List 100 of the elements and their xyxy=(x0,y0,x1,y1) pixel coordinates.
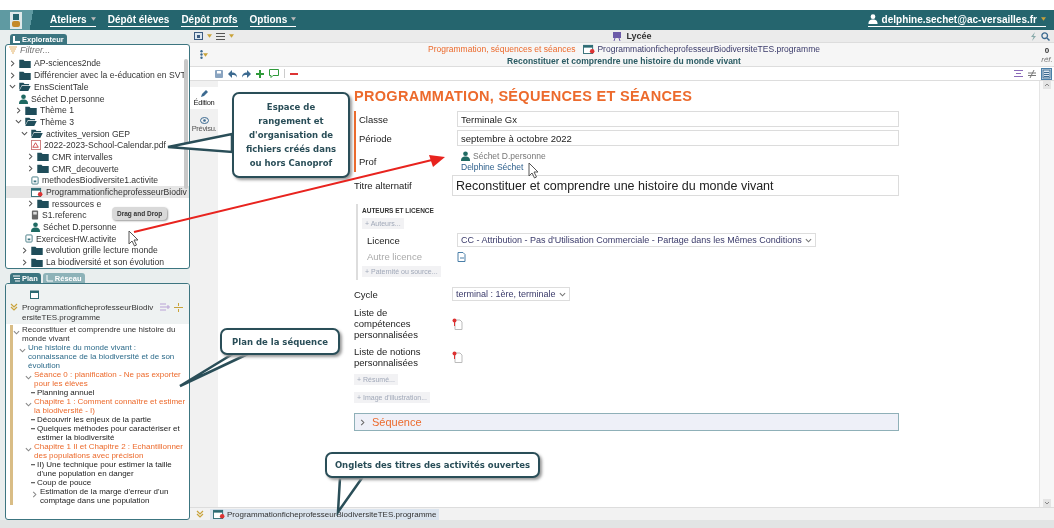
not-equal-icon xyxy=(1028,69,1036,78)
person-name: Séchet D.personne xyxy=(461,151,546,161)
tree-item[interactable]: evolution grille lecture monde xyxy=(6,244,161,257)
user-icon xyxy=(867,14,878,24)
tree-item[interactable]: S1.referenc xyxy=(6,209,90,222)
folder-icon xyxy=(19,58,31,68)
reference-label: réf. xyxy=(1041,54,1053,64)
calendar-icon xyxy=(30,290,39,299)
plan-item[interactable]: Découvrir les enjeux de la partie xyxy=(37,415,152,424)
board-icon xyxy=(612,31,623,41)
tree-item[interactable]: Séchet D.personne xyxy=(6,221,120,233)
save-icon xyxy=(215,69,223,78)
pinned-file-icon xyxy=(452,317,463,330)
licence-dropdown[interactable]: CC - Attribution - Pas d'Utilisation Commerciale - Partage dans les Mêmes Conditions xyxy=(457,233,816,247)
field-label: Liste de compétences personnalisées xyxy=(354,307,419,340)
field-label: Autre licence xyxy=(366,251,423,262)
comment-icon xyxy=(269,69,279,78)
file-icon xyxy=(457,251,466,262)
folder-icon xyxy=(31,245,43,255)
tree-item[interactable]: CMR_decouverte xyxy=(6,162,122,175)
field-label: Titre alternatif xyxy=(354,180,413,191)
cycle-dropdown[interactable]: terminal : 1ère, terminale xyxy=(452,287,570,301)
menu-item[interactable]: Ateliers xyxy=(50,13,96,27)
pdf-file-icon xyxy=(31,140,41,151)
list-view-icon xyxy=(1042,68,1051,79)
open-folder-icon xyxy=(25,117,37,127)
person-icon xyxy=(31,222,40,233)
kebab-icon xyxy=(200,50,203,59)
tree-item[interactable]: methodesBiodiversite1.activite xyxy=(6,174,162,187)
callout: Plan de la séquence xyxy=(220,328,340,355)
tree-item[interactable]: ressources e xyxy=(6,197,105,210)
text-field[interactable]: Reconstituer et comprendre une histoire du monde vivant xyxy=(452,175,899,196)
window-icon xyxy=(194,32,203,40)
field-label: Liste de notions personnalisées xyxy=(354,346,422,368)
person-icon xyxy=(19,93,28,104)
document-title: Reconstituer et comprendre une histoire du monde vivant xyxy=(507,55,741,66)
document-icon xyxy=(25,234,33,244)
tree-item[interactable]: ExercicesHW.activite xyxy=(6,232,120,245)
file-name: ProgrammationficheprofesseurBiodiversiteTES.programme xyxy=(583,43,820,54)
plan-item[interactable]: II) Une technique pour estimer la taille d'une population en danger xyxy=(37,460,187,478)
text-field[interactable]: septembre à octobre 2022 xyxy=(457,130,899,146)
double-chevron-icon xyxy=(10,303,18,311)
add-item-icon xyxy=(160,303,170,312)
tree-item[interactable]: Différencier avec la e-éducation en SVT xyxy=(6,69,189,81)
tree-item[interactable]: activites_version GEP xyxy=(6,127,134,140)
menu-item[interactable]: Dépôt profs xyxy=(181,13,238,27)
redo-icon xyxy=(242,69,251,78)
open-folder-icon xyxy=(19,82,31,92)
folder-icon xyxy=(25,105,37,115)
person-link[interactable]: Delphine Séchet xyxy=(461,162,546,172)
tree-item[interactable]: La biodiversité et son évolution xyxy=(6,256,167,268)
plan-item[interactable]: Planning annuel xyxy=(37,388,95,397)
plan-item[interactable]: Une histoire du monde vivant : connaissance de la biodiversité et de son évolution xyxy=(28,343,187,370)
tree-item[interactable]: AP-sciences2nde xyxy=(6,57,104,70)
caret-icon xyxy=(229,34,234,38)
tree-item[interactable]: ProgrammationficheprofesseurBiodiv xyxy=(6,186,189,198)
caret-icon xyxy=(207,34,212,38)
file-name: ProgrammationficheprofesseurBiodiversiteTES.programme xyxy=(22,303,155,323)
tree-item[interactable]: CMR intervalles xyxy=(6,151,116,163)
collapse-all-icon xyxy=(174,303,183,312)
caret-icon xyxy=(203,52,208,57)
plus-icon xyxy=(256,69,264,78)
page-heading: PROGRAMMATION, SÉQUENCES ET SÉANCES xyxy=(354,88,694,104)
field-label: Période xyxy=(359,132,393,144)
menu-item[interactable]: Dépôt élèves xyxy=(107,13,170,27)
double-chevron-icon xyxy=(196,510,204,518)
search-icon xyxy=(1041,31,1050,41)
user-menu[interactable]: delphine.sechet@ac-versailles.fr xyxy=(867,13,1046,27)
plan-item[interactable]: Coup de pouce xyxy=(37,478,92,487)
eye-icon xyxy=(199,117,209,124)
plan-item[interactable]: Estimation de la marge d'erreur d'un comptage dans une population xyxy=(40,487,187,505)
cursor-icon xyxy=(528,162,539,179)
calendar-icon xyxy=(213,509,225,519)
cursor-icon xyxy=(128,230,139,247)
pinned-file-icon xyxy=(452,351,463,363)
model-name: Programmation, séquences et séances xyxy=(428,43,576,54)
filter-icon xyxy=(9,46,17,55)
pen-icon xyxy=(199,89,209,98)
folder-icon xyxy=(31,257,43,267)
tree-item[interactable]: Thème 1 xyxy=(6,104,77,117)
document-tab[interactable]: ProgrammationficheprofesseurBiodiversiteTES.programme xyxy=(210,508,440,520)
tree-item[interactable]: Thème 3 xyxy=(6,116,77,128)
menu-icon xyxy=(216,32,225,40)
callout: Espace de rangement et d'organisation de fichiers créés dans ou hors Canoprof xyxy=(232,92,350,178)
undo-icon xyxy=(228,69,237,78)
menu-item[interactable]: Options xyxy=(249,13,297,27)
plan-item[interactable]: Reconstituer et comprendre une histoire du monde vivant xyxy=(22,325,187,343)
field-label: Cycle xyxy=(354,288,379,300)
lightning-icon xyxy=(1030,31,1037,41)
plan-item[interactable]: Quelques méthodes pour caractériser et estimer la biodiversité xyxy=(37,424,187,442)
scrollbar-thumb[interactable] xyxy=(184,59,188,189)
document-icon xyxy=(31,175,39,185)
person-icon xyxy=(461,151,470,161)
text-field[interactable]: Terminale Gx xyxy=(457,111,899,127)
calendar-icon xyxy=(31,187,43,198)
tree-item[interactable]: EnsScientTale xyxy=(6,81,92,93)
chevron-icon xyxy=(558,290,566,298)
chevron-icon xyxy=(804,236,812,244)
reference-count: 0 xyxy=(1044,45,1050,55)
tree-item[interactable]: Séchet D.personne xyxy=(6,92,108,105)
